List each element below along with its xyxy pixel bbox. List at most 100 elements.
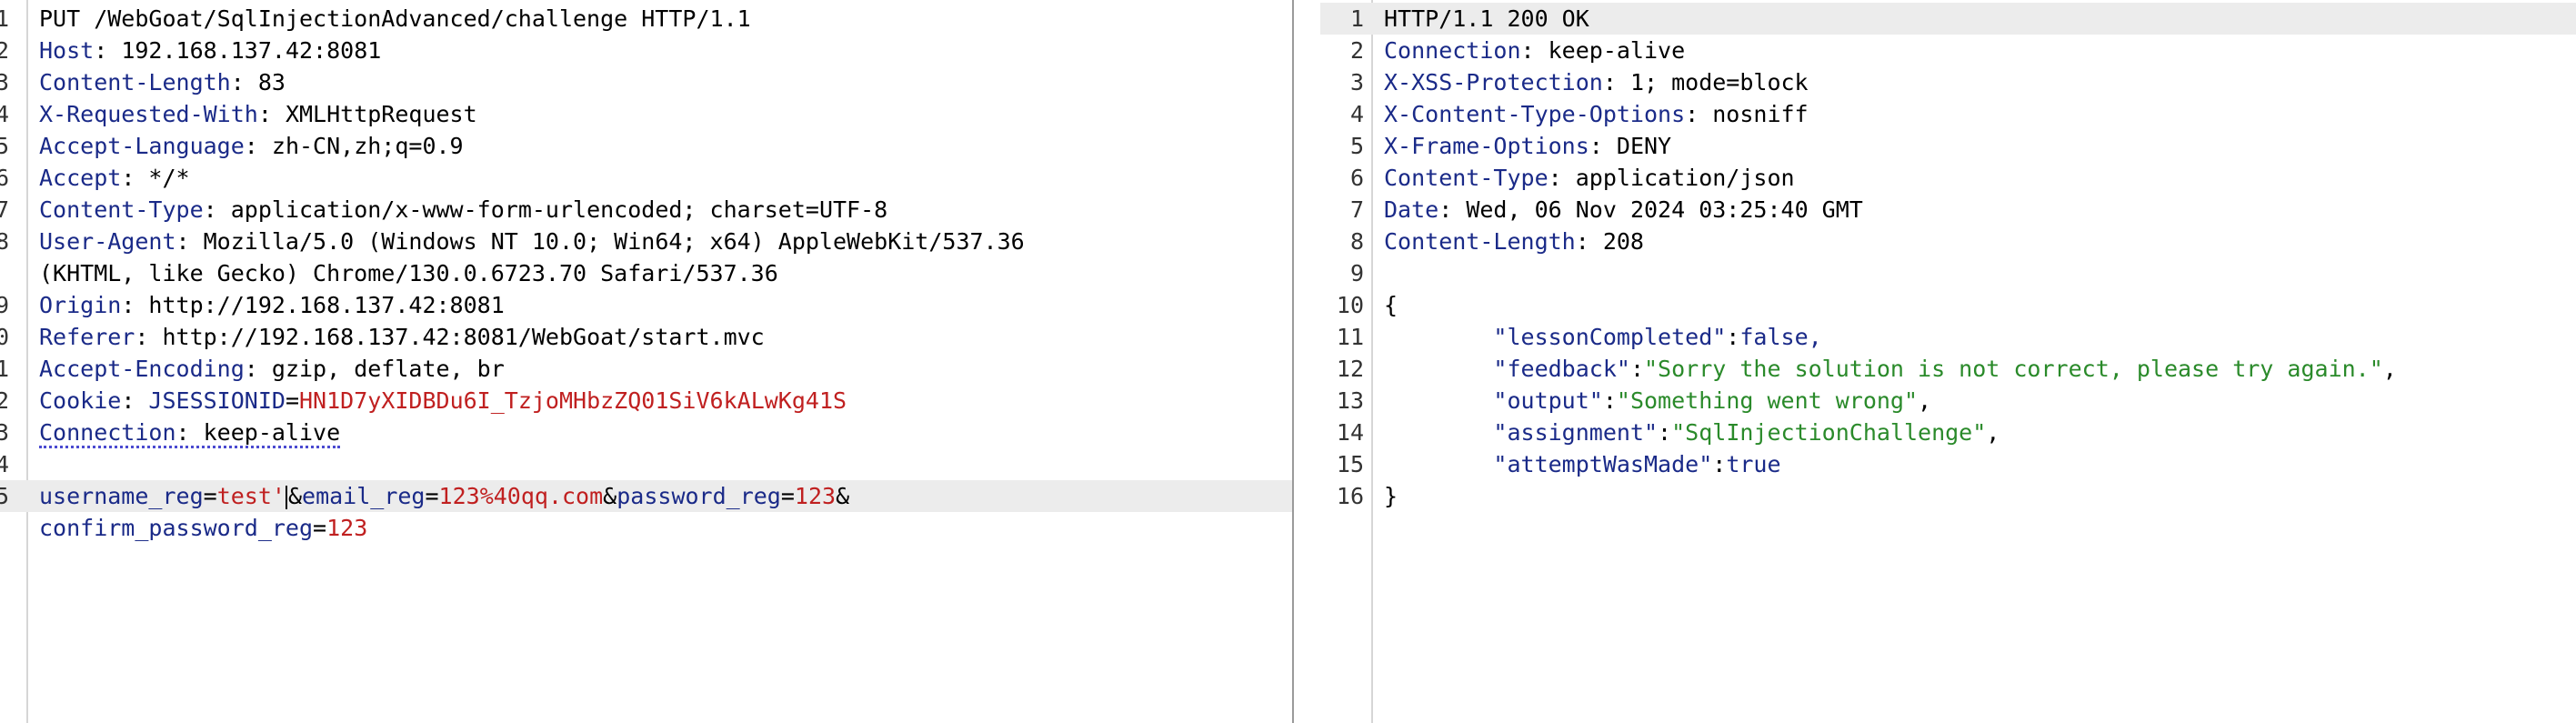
line-content: Connection: keep-alive [39, 417, 341, 448]
line-content: (KHTML, like Gecko) Chrome/130.0.6723.70… [39, 257, 778, 289]
header-value: keep-alive [1534, 37, 1686, 64]
header-colon: : [1602, 69, 1617, 95]
header-value: (KHTML, like Gecko) Chrome/130.0.6723.70… [39, 260, 778, 286]
request-blank-line: 4 [0, 448, 1292, 480]
header-colon: : [257, 101, 272, 127]
header-name: X-Frame-Options [1384, 133, 1589, 159]
response-viewer[interactable]: 1 HTTP/1.1 200 OK 2 Connection: keep-alive 3… [1320, 0, 2576, 723]
line-number: 5 [0, 133, 9, 159]
request-line: 1 PUT /WebGoat/SqlInjectionAdvanced/chall… [0, 3, 1292, 35]
line-content: PUT /WebGoat/SqlInjectionAdvanced/challe… [39, 3, 751, 35]
param-separator: & [603, 483, 617, 509]
line-content: Origin: http://192.168.137.42:8081 [39, 289, 505, 321]
json-value: false, [1739, 324, 1822, 350]
header-value: application/x-www-form-urlencoded; chars… [216, 196, 888, 223]
body-param-name: confirm_password_reg [39, 515, 314, 541]
line-content: "output":"Something went wrong", [1384, 385, 1931, 417]
header-value: keep-alive [189, 419, 341, 446]
request-method-line: PUT /WebGoat/SqlInjectionAdvanced/challe… [39, 5, 751, 32]
header-colon: : [175, 228, 190, 255]
cookie-name: JSESSIONID [148, 387, 286, 414]
param-separator: & [287, 483, 303, 509]
request-editor[interactable]: 1 PUT /WebGoat/SqlInjectionAdvanced/chall… [0, 0, 1292, 723]
header-colon: : [230, 69, 245, 95]
response-line: 1 HTTP/1.1 200 OK [1320, 3, 2576, 35]
line-content: X-Requested-With: XMLHttpRequest [39, 98, 477, 130]
header-colon: : [121, 292, 135, 318]
line-number: 0 [0, 324, 9, 350]
param-equals: = [203, 483, 217, 509]
request-body-continuation-line: confirm_password_reg=123 [0, 512, 1292, 544]
header-colon: : [1685, 101, 1699, 127]
response-line: 10 { [1320, 289, 2576, 321]
request-connection-line: 3 Connection: keep-alive [0, 417, 1292, 448]
line-number: 2 [1349, 37, 1364, 64]
header-value: nosniff [1699, 101, 1809, 127]
cookie-equals: = [285, 387, 299, 414]
line-content: Host: 192.168.137.42:8081 [39, 35, 381, 66]
response-json-line: 12 "feedback":"Sorry the solution is not… [1320, 353, 2576, 385]
line-number: 6 [1349, 165, 1364, 191]
line-content: Accept-Language: zh-CN,zh;q=0.9 [39, 130, 464, 162]
response-line: 9 [1320, 257, 2576, 289]
pane-divider[interactable] [1292, 0, 1320, 723]
request-header-line: 5 Accept-Language: zh-CN,zh;q=0.9 [0, 130, 1292, 162]
header-value: DENY [1602, 133, 1672, 159]
line-content: username_reg=test' &email_reg=123%40qq.co… [39, 480, 849, 512]
header-name: Accept-Encoding [39, 356, 245, 382]
line-content: "assignment":"SqlInjectionChallenge", [1384, 417, 2000, 448]
json-comma: , [2382, 356, 2397, 382]
header-value: XMLHttpRequest [271, 101, 477, 127]
response-json-line: 14 "assignment":"SqlInjectionChallenge", [1320, 417, 2576, 448]
header-name: Referer [39, 324, 135, 350]
header-name: Content-Type [39, 196, 204, 223]
line-content: Content-Length: 83 [39, 66, 286, 98]
line-content: confirm_password_reg=123 [39, 512, 367, 544]
body-param-value: 123 [326, 515, 368, 541]
line-number: 8 [1349, 228, 1364, 255]
request-header-line: 8 User-Agent: Mozilla/5.0 (Windows NT 10.… [0, 226, 1292, 257]
body-param-value: 123%40qq.com [438, 483, 604, 509]
header-name: X-Content-Type-Options [1384, 101, 1686, 127]
header-name: User-Agent [39, 228, 176, 255]
line-content: Content-Type: application/x-www-form-url… [39, 194, 887, 226]
header-colon: : [135, 324, 149, 350]
line-content: { [1384, 289, 1398, 321]
json-colon: : [1602, 387, 1617, 414]
header-colon: : [1520, 37, 1535, 64]
http-message-viewer: 1 PUT /WebGoat/SqlInjectionAdvanced/chall… [0, 0, 2576, 723]
line-number: 2 [0, 37, 9, 64]
json-key: "attemptWasMade" [1493, 451, 1713, 477]
request-cookie-line: 2 Cookie: JSESSIONID=HN1D7yXIDBDu6I_TzjoM… [0, 385, 1292, 417]
header-value: http://192.168.137.42:8081/WebGoat/start… [148, 324, 765, 350]
header-name: Accept-Language [39, 133, 245, 159]
json-key: "assignment" [1493, 419, 1659, 446]
request-body-line: 5 username_reg=test' &email_reg=123%40qq.c… [0, 480, 1292, 512]
json-value: "Something went wrong" [1616, 387, 1919, 414]
body-param-name: password_reg [616, 483, 781, 509]
line-content: Accept-Encoding: gzip, deflate, br [39, 353, 505, 385]
response-line: 7 Date: Wed, 06 Nov 2024 03:25:40 GMT [1320, 194, 2576, 226]
header-colon: : [244, 133, 258, 159]
request-header-line: 2 Host: 192.168.137.42:8081 [0, 35, 1292, 66]
body-param-value: 123 [794, 483, 837, 509]
line-number: 1 [0, 5, 9, 32]
response-line: 2 Connection: keep-alive [1320, 35, 2576, 66]
line-content: Cookie: JSESSIONID=HN1D7yXIDBDu6I_TzjoMH… [39, 385, 847, 417]
header-name: X-XSS-Protection [1384, 69, 1603, 95]
header-value: Mozilla/5.0 (Windows NT 10.0; Win64; x64… [189, 228, 1025, 255]
header-colon: : [1589, 133, 1603, 159]
line-number: 6 [0, 165, 9, 191]
line-number: 4 [0, 101, 9, 127]
header-name: Cookie [39, 387, 122, 414]
json-comma: , [1918, 387, 1932, 414]
line-number: 2 [0, 387, 9, 414]
request-header-line: 6 Accept: */* [0, 162, 1292, 194]
response-json-line: 15 "attemptWasMade":true [1320, 448, 2576, 480]
request-header-line: 4 X-Requested-With: XMLHttpRequest [0, 98, 1292, 130]
line-number: 9 [0, 292, 9, 318]
line-content: "lessonCompleted":false, [1384, 321, 1822, 353]
header-colon: : [175, 419, 190, 446]
line-content: Connection: keep-alive [1384, 35, 1685, 66]
header-name: Accept [39, 165, 122, 191]
